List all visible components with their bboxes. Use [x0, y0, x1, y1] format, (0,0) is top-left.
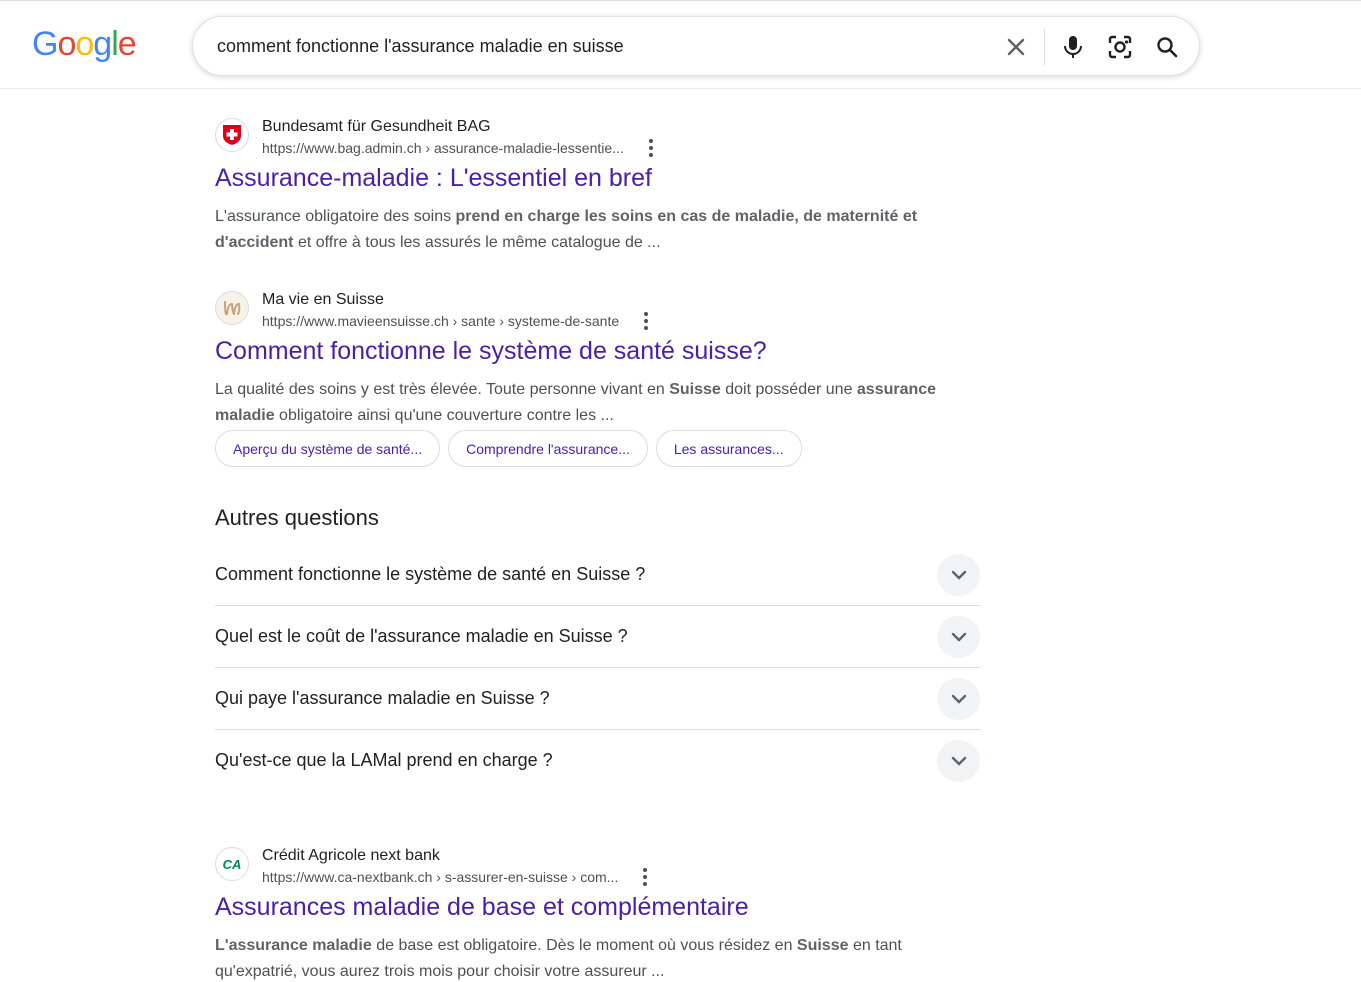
snippet-text: La qualité des soins y est très élevée. … [215, 381, 670, 398]
chevron-down-icon[interactable] [937, 554, 980, 596]
result-title-link[interactable]: Assurance-maladie : L'essentiel en bref [215, 164, 652, 193]
lens-icon[interactable] [1104, 31, 1136, 63]
google-logo[interactable]: Google [32, 25, 137, 64]
more-options-icon[interactable] [640, 311, 652, 331]
paa-question[interactable]: Qui paye l'assurance maladie en Suisse ? [215, 688, 550, 709]
search-box[interactable]: comment fonctionne l'assurance maladie e… [192, 16, 1200, 76]
close-icon[interactable] [1000, 31, 1032, 63]
result-site-name[interactable]: Bundesamt für Gesundheit BAG [262, 118, 491, 136]
search-icon[interactable] [1151, 31, 1183, 63]
paa-list: Comment fonctionne le système de santé e… [215, 544, 980, 792]
microphone-icon[interactable] [1057, 31, 1089, 63]
result-snippet: La qualité des soins y est très élevée. … [215, 377, 975, 428]
result-site-name[interactable]: Ma vie en Suisse [262, 291, 384, 309]
paa-question-row[interactable]: Quel est le coût de l'assurance maladie … [215, 606, 980, 668]
result-snippet: L'assurance obligatoire des soins prend … [215, 204, 975, 255]
logo-letter: e [117, 25, 137, 63]
result-site-name[interactable]: Crédit Agricole next bank [262, 847, 440, 865]
sitelink-chips: Aperçu du système de santé... Comprendre… [215, 430, 802, 467]
chevron-down-icon[interactable] [937, 678, 980, 720]
chevron-down-icon[interactable] [937, 740, 980, 782]
snippet-bold: Suisse [796, 937, 849, 954]
paa-question-row[interactable]: Qui paye l'assurance maladie en Suisse ? [215, 668, 980, 730]
sitelink-chip[interactable]: Comprendre l'assurance... [448, 430, 648, 467]
favicon-text: CA [222, 856, 242, 872]
top-bar: Google comment fonctionne l'assurance ma… [0, 0, 1361, 89]
search-input[interactable]: comment fonctionne l'assurance maladie e… [217, 36, 624, 57]
snippet-bold: L'assurance maladie [215, 937, 372, 954]
paa-heading: Autres questions [215, 505, 379, 530]
result-snippet: L'assurance maladie de base est obligato… [215, 933, 975, 982]
more-options-icon[interactable] [639, 867, 651, 887]
chevron-down-icon[interactable] [937, 616, 980, 658]
result-url[interactable]: https://www.bag.admin.ch › assurance-mal… [262, 140, 624, 156]
result-title-link[interactable]: Assurances maladie de base et complément… [215, 893, 749, 922]
paa-question[interactable]: Qu'est-ce que la LAMal prend en charge ? [215, 750, 553, 771]
snippet-text: L'assurance obligatoire des soins [215, 208, 456, 225]
sitelink-chip[interactable]: Aperçu du système de santé... [215, 430, 441, 467]
sitelink-chip[interactable]: Les assurances... [655, 430, 802, 467]
result-title-link[interactable]: Comment fonctionne le système de santé s… [215, 337, 767, 366]
logo-letter: g [93, 25, 112, 63]
paa-question-row[interactable]: Qu'est-ce que la LAMal prend en charge ? [215, 730, 980, 792]
result-url[interactable]: https://www.mavieensuisse.ch › sante › s… [262, 313, 619, 329]
logo-letter: o [75, 25, 94, 63]
mavie-logo-icon [215, 291, 249, 325]
snippet-text: doit posséder une [720, 381, 857, 398]
snippet-text: et offre à tous les assurés le même cata… [293, 233, 661, 251]
paa-question[interactable]: Comment fonctionne le système de santé e… [215, 564, 645, 585]
logo-letter: G [32, 25, 58, 63]
snippet-bold: Suisse [669, 381, 721, 398]
result-url[interactable]: https://www.ca-nextbank.ch › s-assurer-e… [262, 869, 618, 885]
paa-question[interactable]: Quel est le coût de l'assurance maladie … [215, 626, 628, 647]
paa-question-row[interactable]: Comment fonctionne le système de santé e… [215, 544, 980, 606]
credit-agricole-logo-icon: CA [215, 847, 249, 881]
more-options-icon[interactable] [645, 138, 657, 158]
swiss-cross-icon [215, 118, 249, 152]
logo-letter: o [57, 25, 76, 63]
search-divider [1044, 29, 1045, 65]
snippet-text: de base est obligatoire. Dès le moment o… [371, 937, 797, 954]
snippet-text: obligatoire ainsi qu'une couverture cont… [274, 406, 614, 424]
